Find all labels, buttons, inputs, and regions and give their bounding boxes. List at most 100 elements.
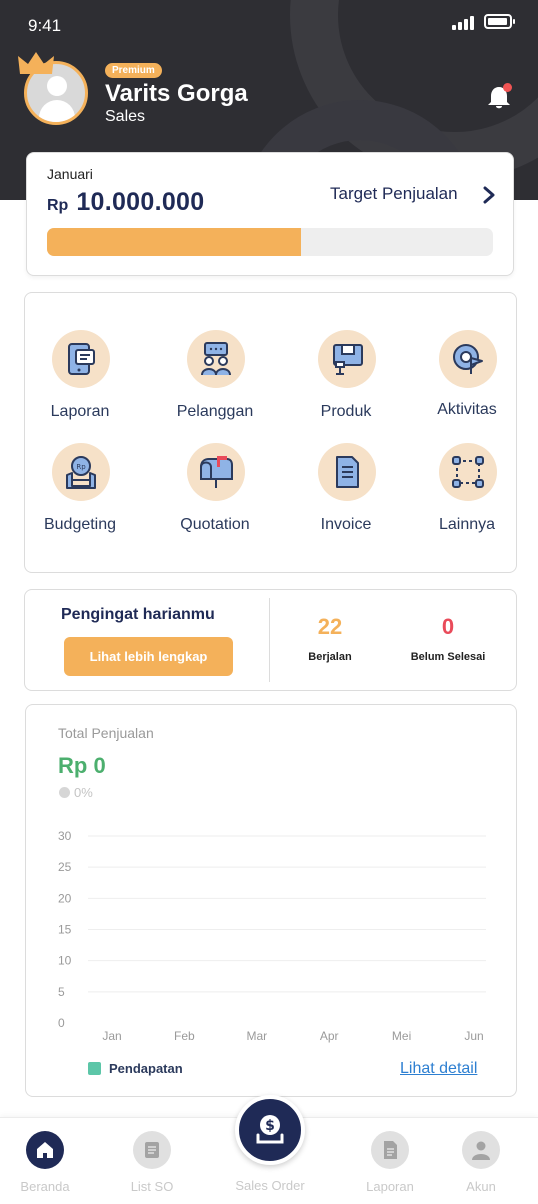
sales-target-card: Januari Rp 10.000.000 Target Penjualan [26, 152, 514, 276]
y-tick-label: 30 [58, 829, 72, 843]
nav-laporan[interactable]: Laporan [350, 1131, 430, 1194]
stat-label: Belum Selesai [410, 651, 486, 663]
crown-icon [18, 52, 54, 74]
nav-icon-circle [371, 1131, 409, 1169]
nav-beranda[interactable]: Beranda [5, 1131, 85, 1194]
menu-label: Produk [320, 403, 372, 420]
more-icon [452, 456, 484, 488]
menu-icon-circle [187, 330, 245, 388]
menu-label: Invoice [320, 516, 372, 533]
premium-badge: Premium [105, 63, 162, 78]
user-icon [472, 1141, 490, 1160]
product-icon [333, 344, 363, 375]
status-bar: 9:41 [0, 0, 538, 50]
target-sales-link[interactable]: Target Penjualan [330, 184, 458, 204]
total-sales-card: Total Penjualan Rp 0 0% 0 5 10 15 20 25 30 Jan F… [25, 704, 517, 1097]
menu-item-produk[interactable]: Produk [291, 330, 401, 430]
menu-icon-circle [439, 443, 497, 501]
customers-icon [201, 342, 231, 376]
menu-label: Quotation [180, 516, 250, 533]
user-name: Varits Gorga [105, 80, 248, 107]
y-tick-label: 15 [58, 923, 72, 937]
stat-label: Berjalan [308, 651, 352, 663]
sales-line-chart: 0 5 10 15 20 25 30 Jan Feb Mar Apr Mei Jun [58, 829, 486, 1043]
sales-order-button[interactable]: $ [235, 1095, 305, 1165]
nav-label: List SO [130, 1179, 174, 1194]
menu-label: Pelanggan [176, 403, 254, 420]
user-role: Sales [105, 108, 146, 125]
money-icon: $ [256, 1115, 284, 1144]
nav-list-so[interactable]: List SO [112, 1131, 192, 1194]
signal-icon [452, 16, 474, 30]
chart-legend: Pendapatan [88, 1061, 183, 1076]
document-icon [384, 1141, 397, 1159]
y-tick-label: 5 [58, 985, 65, 999]
legend-swatch [88, 1062, 101, 1075]
target-progress-bar [47, 228, 493, 256]
list-icon [145, 1142, 159, 1158]
stat-in-progress[interactable]: 22 Berjalan [275, 614, 385, 663]
nav-label: Laporan [366, 1179, 414, 1194]
menu-item-laporan[interactable]: Laporan [25, 330, 135, 430]
invoice-icon [336, 456, 359, 488]
see-detail-link[interactable]: Lihat detail [400, 1060, 477, 1078]
menu-icon-circle: Rp [52, 443, 110, 501]
menu-item-quotation[interactable]: Quotation [160, 443, 270, 543]
nav-akun[interactable]: Akun [441, 1131, 521, 1194]
svg-text:$: $ [265, 1118, 275, 1134]
sales-change-value: 0% [74, 785, 93, 800]
stat-unfinished[interactable]: 0 Belum Selesai [393, 614, 503, 663]
y-tick-label: 25 [58, 860, 72, 874]
x-tick-label: Mar [246, 1029, 267, 1043]
see-more-button[interactable]: Lihat lebih lengkap [64, 637, 233, 676]
menu-icon-circle [318, 330, 376, 388]
target-amount: Rp 10.000.000 [47, 188, 204, 217]
x-tick-label: Jun [464, 1029, 483, 1043]
daily-reminder-card: Pengingat harianmu Lihat lebih lengkap 2… [24, 589, 517, 691]
report-icon [68, 343, 95, 375]
feature-menu-grid: Laporan Pelanggan Produk Aktivitas Rp Bu… [24, 292, 517, 573]
menu-item-invoice[interactable]: Invoice [291, 443, 401, 543]
menu-icon-circle [187, 443, 245, 501]
activity-icon [453, 344, 483, 374]
sales-change: 0% [59, 785, 93, 800]
battery-icon [484, 14, 515, 29]
y-tick-label: 10 [58, 954, 72, 968]
menu-label: Lainnya [438, 516, 496, 533]
menu-icon-circle [52, 330, 110, 388]
notification-dot [503, 83, 512, 92]
budgeting-icon: Rp [66, 456, 96, 489]
nav-label: Akun [466, 1179, 496, 1194]
y-tick-label: 20 [58, 891, 72, 905]
x-tick-label: Apr [320, 1029, 339, 1043]
sales-order-label: Sales Order [235, 1178, 305, 1193]
x-tick-label: Mei [392, 1029, 411, 1043]
legend-label: Pendapatan [109, 1061, 183, 1076]
menu-item-lainnya[interactable]: Lainnya [412, 443, 522, 543]
menu-item-pelanggan[interactable]: Pelanggan [160, 330, 270, 430]
nav-icon-circle [26, 1131, 64, 1169]
home-icon [37, 1142, 53, 1158]
menu-item-budgeting[interactable]: Rp Budgeting [25, 443, 135, 543]
nav-label: Beranda [20, 1179, 70, 1194]
menu-label: Laporan [50, 403, 110, 420]
avatar-head [47, 76, 67, 96]
target-value: 10.000.000 [76, 188, 205, 216]
reminder-title: Pengingat harianmu [61, 606, 215, 623]
target-month: Januari [47, 166, 93, 182]
svg-text:Rp: Rp [76, 463, 86, 471]
status-time: 9:41 [28, 16, 62, 35]
target-progress-fill [47, 228, 302, 256]
stat-value: 22 [317, 614, 343, 639]
chevron-right-icon[interactable] [482, 186, 496, 204]
sales-value: Rp 0 [58, 753, 106, 778]
menu-label: Aktivitas [437, 401, 497, 418]
nav-icon-circle [462, 1131, 500, 1169]
x-tick-label: Jan [102, 1029, 121, 1043]
sales-title: Total Penjualan [58, 725, 154, 741]
menu-icon-circle [318, 443, 376, 501]
divider [269, 598, 270, 682]
trend-neutral-icon [59, 787, 70, 798]
menu-item-aktivitas[interactable]: Aktivitas [412, 330, 522, 430]
menu-icon-circle [439, 330, 497, 388]
